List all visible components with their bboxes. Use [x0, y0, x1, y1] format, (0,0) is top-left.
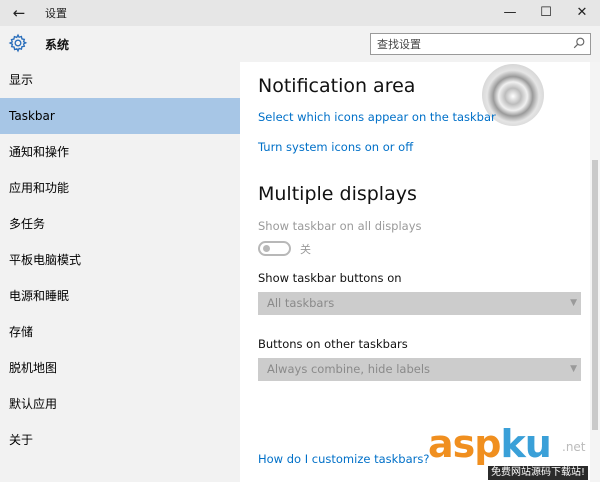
search-input[interactable]: [371, 34, 567, 54]
toggle-state-text: 关: [300, 243, 311, 256]
buttons-on-label: Show taskbar buttons on: [258, 271, 402, 285]
notification-area-heading: Notification area: [258, 75, 416, 97]
chevron-down-icon: ▼: [570, 298, 577, 308]
watermark-brand: aspku: [428, 422, 552, 466]
settings-content: Notification area Select which icons app…: [240, 62, 600, 482]
search-box: [370, 33, 591, 55]
show-all-displays-label: Show taskbar on all displays: [258, 219, 422, 233]
other-taskbars-select[interactable]: Always combine, hide labels ▼: [258, 358, 581, 381]
search-bar: [240, 26, 600, 62]
sidebar-item-display[interactable]: 显示: [0, 62, 240, 98]
watermark-brand-b: ku: [500, 422, 551, 466]
sidebar-item-taskbar[interactable]: Taskbar: [0, 98, 240, 134]
scrollbar-thumb[interactable]: [592, 160, 598, 430]
title-bar: ← 设置 — ☐ ✕: [0, 0, 600, 26]
sidebar-item-offline-maps[interactable]: 脱机地图: [0, 350, 240, 386]
search-icon[interactable]: [572, 36, 586, 50]
help-link[interactable]: How do I customize taskbars?: [258, 452, 429, 466]
select-icons-link[interactable]: Select which icons appear on the taskbar: [258, 110, 496, 124]
buttons-on-select[interactable]: All taskbars ▼: [258, 292, 581, 315]
sidebar-item-apps[interactable]: 应用和功能: [0, 170, 240, 206]
close-button[interactable]: ✕: [564, 0, 600, 26]
gear-icon: [8, 33, 28, 53]
minimize-button[interactable]: —: [492, 0, 528, 26]
toggle-knob: [263, 245, 270, 252]
watermark-subtitle: 免费网站源码下载站!: [488, 466, 589, 480]
other-taskbars-value: Always combine, hide labels: [267, 362, 431, 376]
sidebar-item-storage[interactable]: 存储: [0, 314, 240, 350]
chevron-down-icon: ▼: [570, 364, 577, 374]
watermark-logo: aspku .net 免费网站源码下载站!: [428, 422, 600, 482]
maximize-button[interactable]: ☐: [528, 0, 564, 26]
system-icons-link[interactable]: Turn system icons on or off: [258, 140, 413, 154]
watermark-brand-a: asp: [428, 422, 501, 466]
sidebar-header: 系统: [0, 26, 240, 62]
sidebar-item-tablet-mode[interactable]: 平板电脑模式: [0, 242, 240, 278]
show-all-displays-toggle[interactable]: [258, 241, 291, 256]
sidebar-item-multitasking[interactable]: 多任务: [0, 206, 240, 242]
other-taskbars-label: Buttons on other taskbars: [258, 337, 408, 351]
back-arrow-icon[interactable]: ←: [8, 3, 30, 23]
watermark-suffix: .net: [562, 440, 586, 454]
buttons-on-value: All taskbars: [267, 296, 335, 310]
sidebar: 系统 显示 Taskbar 通知和操作 应用和功能 多任务 平板电脑模式 电源和…: [0, 26, 240, 482]
sidebar-title: 系统: [45, 38, 70, 52]
sidebar-item-power[interactable]: 电源和睡眠: [0, 278, 240, 314]
window-title: 设置: [45, 7, 67, 20]
sidebar-item-about[interactable]: 关于: [0, 422, 240, 458]
sidebar-item-default-apps[interactable]: 默认应用: [0, 386, 240, 422]
sidebar-item-notifications[interactable]: 通知和操作: [0, 134, 240, 170]
multiple-displays-heading: Multiple displays: [258, 183, 417, 205]
